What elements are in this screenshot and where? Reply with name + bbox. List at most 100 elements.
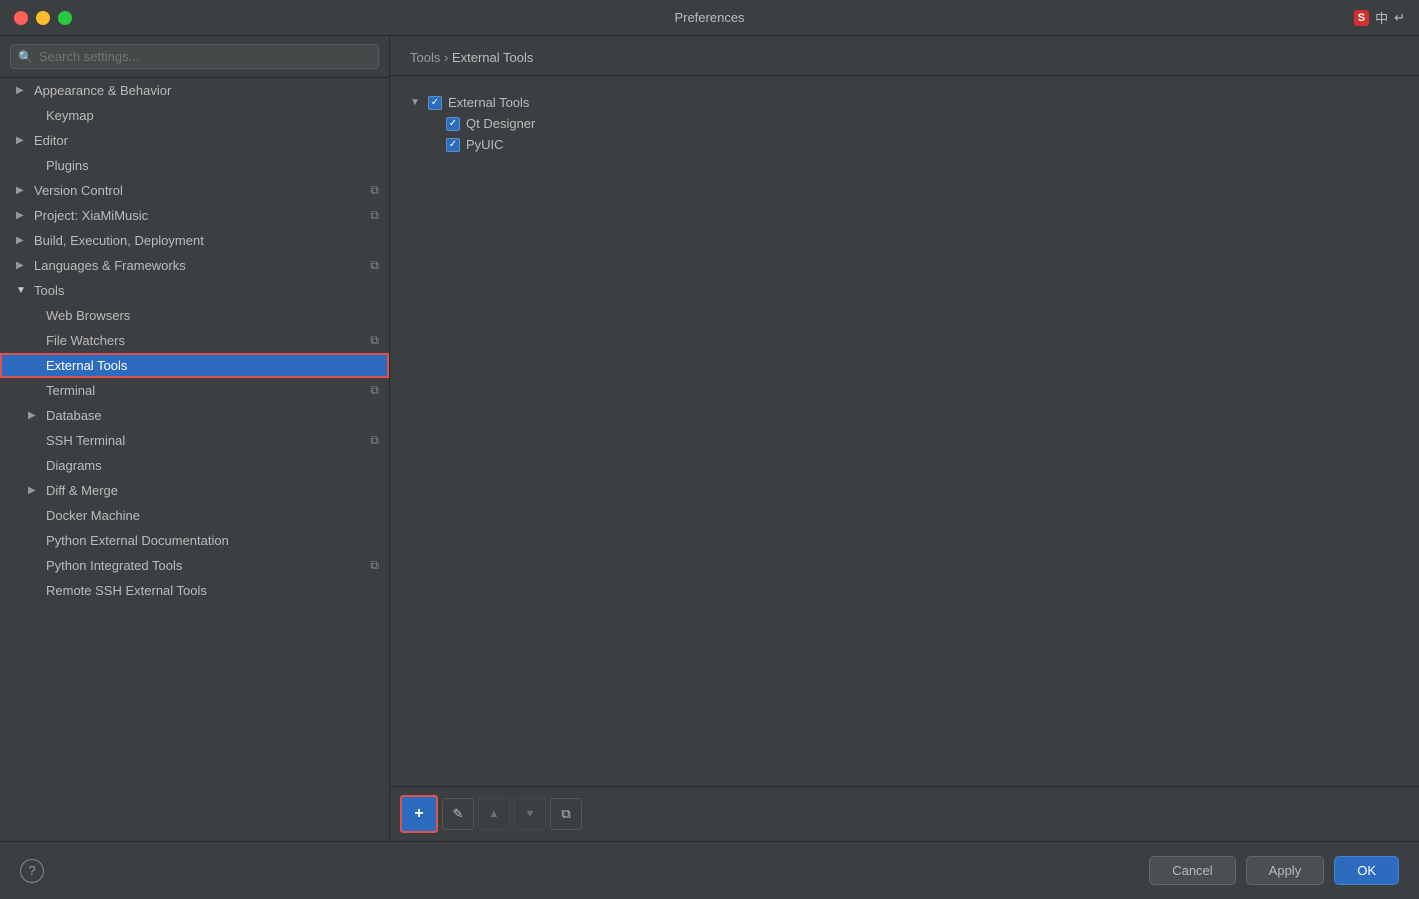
search-input[interactable] [10,44,379,69]
window-title: Preferences [674,10,744,25]
sidebar: 🔍 ▶ Appearance & Behavior Keymap ▶ Edito… [0,36,390,841]
sidebar-item-web-browsers[interactable]: Web Browsers [0,303,389,328]
arrow-icon: ▶ [16,185,30,196]
minimize-button[interactable] [36,11,50,25]
sidebar-item-tools[interactable]: ▼ Tools [0,278,389,303]
sidebar-item-label: File Watchers [46,333,370,348]
arrow-icon: ▶ [16,210,30,221]
arrow-icon: ▶ [16,235,30,246]
sidebar-item-label: Build, Execution, Deployment [34,233,379,248]
sidebar-item-label: Web Browsers [46,308,379,323]
tree-node-label: PyUIC [466,137,504,152]
sidebar-item-label: Editor [34,133,379,148]
tree-node-external-tools-root[interactable]: ▼ External Tools [410,92,1399,113]
sidebar-item-label: Version Control [34,183,370,198]
edit-button[interactable]: ✎ [442,798,474,830]
breadcrumb: Tools › External Tools [390,36,1419,76]
sidebar-item-database[interactable]: ▶ Database [0,403,389,428]
sidebar-item-label: Appearance & Behavior [34,83,379,98]
sidebar-item-label: External Tools [46,358,379,373]
sidebar-item-label: Languages & Frameworks [34,258,370,273]
badge-icon: ⧉ [370,258,379,273]
checkbox-external-tools[interactable] [428,96,442,110]
sidebar-item-ssh-terminal[interactable]: SSH Terminal ⧉ [0,428,389,453]
breadcrumb-current: External Tools [452,50,533,65]
content-body: ▼ External Tools Qt Designer PyUIC [390,76,1419,786]
sidebar-item-appearance[interactable]: ▶ Appearance & Behavior [0,78,389,103]
sidebar-item-build[interactable]: ▶ Build, Execution, Deployment [0,228,389,253]
move-down-button[interactable]: ▼ [514,798,546,830]
tree-node-pyuic[interactable]: PyUIC [410,134,1399,155]
breadcrumb-parent: Tools [410,50,440,65]
window-controls [14,11,72,25]
sidebar-item-plugins[interactable]: Plugins [0,153,389,178]
copy-button[interactable]: ⧉ [550,798,582,830]
sidebar-item-label: Diagrams [46,458,379,473]
sidebar-item-file-watchers[interactable]: File Watchers ⧉ [0,328,389,353]
sidebar-item-label: Python External Documentation [46,533,379,548]
checkbox-pyuic[interactable] [446,138,460,152]
sidebar-item-label: Project: XiaMiMusic [34,208,370,223]
content-area: Tools › External Tools ▼ External Tools … [390,36,1419,841]
sidebar-item-label: Tools [34,283,379,298]
bottom-left: ? [20,859,44,883]
sidebar-item-project[interactable]: ▶ Project: XiaMiMusic ⧉ [0,203,389,228]
breadcrumb-separator: › [444,50,452,65]
badge-icon: ⧉ [370,333,379,348]
sidebar-item-terminal[interactable]: Terminal ⧉ [0,378,389,403]
cancel-button[interactable]: Cancel [1149,856,1235,885]
search-box: 🔍 [0,36,389,78]
sidebar-item-python-int-tools[interactable]: Python Integrated Tools ⧉ [0,553,389,578]
sidebar-item-label: Terminal [46,383,370,398]
sidebar-item-diff-merge[interactable]: ▶ Diff & Merge [0,478,389,503]
arrow-icon: ▶ [16,260,30,271]
main-layout: 🔍 ▶ Appearance & Behavior Keymap ▶ Edito… [0,36,1419,841]
sidebar-item-remote-ssh[interactable]: Remote SSH External Tools [0,578,389,603]
tree-arrow-icon: ▼ [410,97,426,108]
sidebar-item-version-control[interactable]: ▶ Version Control ⧉ [0,178,389,203]
sidebar-item-keymap[interactable]: Keymap [0,103,389,128]
sidebar-list: ▶ Appearance & Behavior Keymap ▶ Editor … [0,78,389,841]
ok-button[interactable]: OK [1334,856,1399,885]
sidebar-item-docker-machine[interactable]: Docker Machine [0,503,389,528]
chinese-icon: 中 [1375,8,1388,27]
sidebar-item-label: Remote SSH External Tools [46,583,379,598]
move-up-button[interactable]: ▲ [478,798,510,830]
badge-icon: ⧉ [370,208,379,223]
tree-node-qt-designer[interactable]: Qt Designer [410,113,1399,134]
sidebar-item-label: Python Integrated Tools [46,558,370,573]
sidebar-item-languages[interactable]: ▶ Languages & Frameworks ⧉ [0,253,389,278]
close-button[interactable] [14,11,28,25]
help-button[interactable]: ? [20,859,44,883]
input-icon: ↵ [1394,10,1405,26]
tree-node-label: External Tools [448,95,529,110]
sidebar-item-label: Plugins [46,158,379,173]
sidebar-item-label: Diff & Merge [46,483,379,498]
checkbox-qt-designer[interactable] [446,117,460,131]
bottom-bar: ? Cancel Apply OK [0,841,1419,899]
sidebar-item-label: Docker Machine [46,508,379,523]
sidebar-item-editor[interactable]: ▶ Editor [0,128,389,153]
bottom-right: Cancel Apply OK [1149,856,1399,885]
title-bar: Preferences S 中 ↵ [0,0,1419,36]
sougou-icon: S [1354,10,1369,26]
apply-button[interactable]: Apply [1246,856,1325,885]
badge-icon: ⧉ [370,383,379,398]
arrow-icon: ▼ [16,285,30,296]
arrow-icon: ▶ [28,485,42,496]
tree-node-label: Qt Designer [466,116,535,131]
arrow-icon: ▶ [16,135,30,146]
sidebar-item-diagrams[interactable]: Diagrams [0,453,389,478]
sidebar-item-python-ext-docs[interactable]: Python External Documentation [0,528,389,553]
maximize-button[interactable] [58,11,72,25]
sidebar-item-label: Database [46,408,379,423]
content-toolbar: + ✎ ▲ ▼ ⧉ [390,786,1419,841]
sidebar-item-label: SSH Terminal [46,433,370,448]
sidebar-item-external-tools[interactable]: External Tools [0,353,389,378]
title-bar-right: S 中 ↵ [1354,8,1405,27]
arrow-icon: ▶ [28,410,42,421]
arrow-icon: ▶ [16,85,30,96]
add-button[interactable]: + [400,795,438,833]
sidebar-item-label: Keymap [46,108,379,123]
badge-icon: ⧉ [370,433,379,448]
